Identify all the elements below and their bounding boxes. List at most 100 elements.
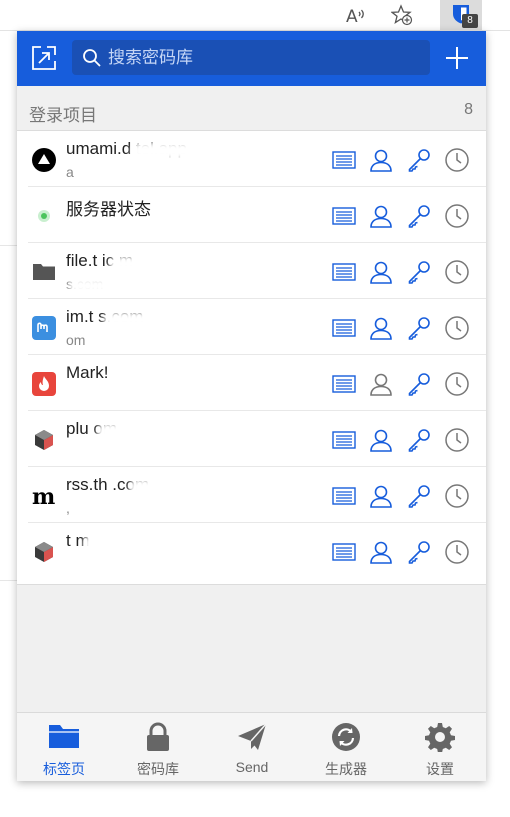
totp-button[interactable]	[444, 315, 470, 341]
tab-current-tab[interactable]: 标签页	[17, 713, 111, 781]
totp-clock-icon	[445, 428, 469, 452]
section-count: 8	[464, 101, 473, 118]
copy-password-icon	[408, 373, 430, 396]
copy-username-button-disabled	[368, 371, 394, 397]
item-title: 服务器状态	[66, 200, 151, 219]
extension-badge: 8	[462, 14, 478, 28]
copy-password-button[interactable]	[406, 203, 432, 229]
totp-button[interactable]	[444, 371, 470, 397]
svg-text:A: A	[346, 7, 358, 26]
login-list: umami.d tel.app a 服务器状态 file.t ic m im.t…	[17, 130, 486, 585]
copy-username-button[interactable]	[368, 203, 394, 229]
item-subtitle: om	[66, 332, 86, 348]
copy-password-button[interactable]	[406, 371, 432, 397]
gear-icon	[425, 723, 455, 752]
add-item-button[interactable]	[441, 42, 473, 74]
totp-clock-icon	[445, 316, 469, 340]
copy-username-button[interactable]	[368, 539, 394, 565]
cube-icon	[32, 540, 56, 564]
copy-username-icon	[370, 429, 392, 452]
status-green-dot-icon	[32, 204, 56, 228]
copy-password-button[interactable]	[406, 147, 432, 173]
totp-button[interactable]	[444, 203, 470, 229]
tab-vault[interactable]: 密码库	[111, 713, 205, 781]
copy-password-button[interactable]	[406, 427, 432, 453]
list-item[interactable]: t m	[17, 523, 486, 579]
copy-username-button[interactable]	[368, 427, 394, 453]
totp-button[interactable]	[444, 147, 470, 173]
view-icon	[332, 263, 356, 281]
totp-button[interactable]	[444, 427, 470, 453]
copy-password-button[interactable]	[406, 539, 432, 565]
copy-password-button[interactable]	[406, 315, 432, 341]
list-item[interactable]: 服务器状态	[17, 187, 486, 243]
view-button[interactable]	[331, 315, 357, 341]
popup-header	[17, 31, 486, 86]
list-item[interactable]: im.t s.com om	[17, 299, 486, 355]
view-icon	[332, 151, 356, 169]
popout-button[interactable]	[28, 42, 60, 74]
read-aloud-icon[interactable]: A	[345, 4, 367, 26]
item-subtitle: a	[66, 164, 74, 180]
copy-username-icon	[370, 261, 392, 284]
totp-clock-icon	[445, 540, 469, 564]
view-button[interactable]	[331, 147, 357, 173]
copy-username-icon	[370, 317, 392, 340]
tab-send[interactable]: Send	[205, 713, 299, 781]
search-icon	[83, 49, 101, 67]
view-button[interactable]	[331, 483, 357, 509]
copy-password-icon	[408, 429, 430, 452]
copy-username-icon	[370, 205, 392, 228]
copy-password-button[interactable]	[406, 259, 432, 285]
copy-username-icon	[370, 149, 392, 172]
view-icon	[332, 319, 356, 337]
totp-button[interactable]	[444, 259, 470, 285]
copy-username-button[interactable]	[368, 147, 394, 173]
copy-username-icon	[370, 373, 392, 396]
redaction-blur	[129, 479, 185, 497]
totp-clock-icon	[445, 204, 469, 228]
view-button[interactable]	[331, 371, 357, 397]
search-input[interactable]	[108, 40, 418, 75]
list-item[interactable]: umami.d tel.app a	[17, 131, 486, 187]
copy-password-icon	[408, 261, 430, 284]
tab-generator[interactable]: 生成器	[299, 713, 393, 781]
folder-icon	[32, 260, 56, 284]
view-button[interactable]	[331, 203, 357, 229]
tab-settings[interactable]: 设置	[393, 713, 486, 781]
copy-password-button[interactable]	[406, 483, 432, 509]
redaction-blur	[103, 312, 161, 328]
browser-toolbar	[0, 0, 510, 30]
mastodon-icon	[32, 316, 56, 340]
totp-button[interactable]	[444, 483, 470, 509]
page-divider	[0, 245, 17, 246]
list-item[interactable]: file.t ic m s.com	[17, 243, 486, 299]
totp-clock-icon	[445, 484, 469, 508]
popout-icon	[32, 46, 56, 70]
view-button[interactable]	[331, 539, 357, 565]
redaction-blur	[69, 279, 129, 293]
copy-username-button[interactable]	[368, 259, 394, 285]
medium-m-icon: m	[32, 484, 56, 508]
umami-triangle-icon	[32, 148, 56, 172]
copy-username-button[interactable]	[368, 315, 394, 341]
list-item[interactable]: plu om	[17, 411, 486, 467]
list-item[interactable]: Mark!	[17, 355, 486, 411]
copy-username-button[interactable]	[368, 483, 394, 509]
redaction-blur	[109, 256, 179, 272]
flame-icon	[32, 372, 56, 396]
item-title: Mark!	[66, 363, 109, 382]
view-icon	[332, 375, 356, 393]
add-favorite-icon[interactable]	[391, 4, 413, 26]
add-icon	[446, 47, 468, 69]
totp-clock-icon	[445, 372, 469, 396]
list-item[interactable]: m rss.th .com ,	[17, 467, 486, 523]
view-icon	[332, 487, 356, 505]
view-button[interactable]	[331, 427, 357, 453]
tab-label: 密码库	[137, 761, 179, 777]
copy-username-icon	[370, 485, 392, 508]
totp-button[interactable]	[444, 539, 470, 565]
view-button[interactable]	[331, 259, 357, 285]
page-divider	[0, 580, 17, 581]
section-title: 登录项目	[29, 106, 97, 125]
